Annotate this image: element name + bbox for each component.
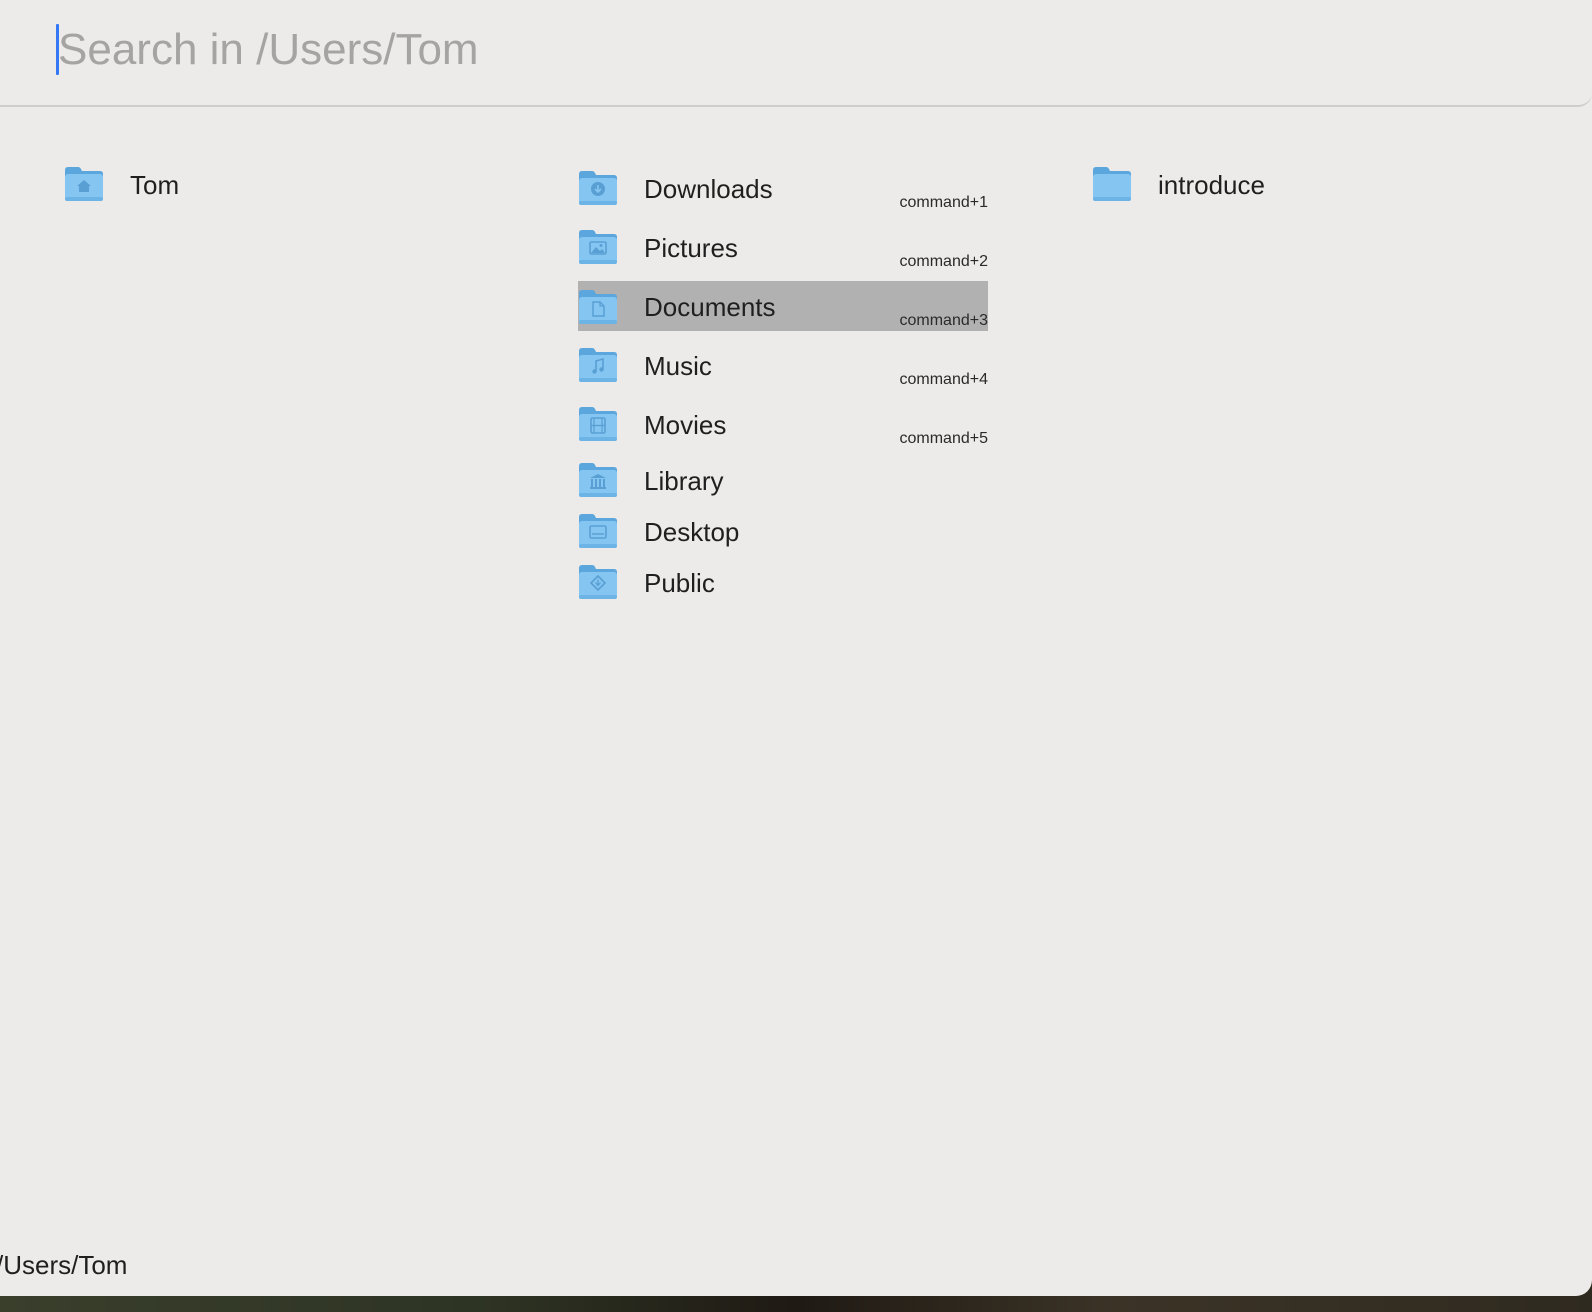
keyboard-shortcut-hint: command+4 xyxy=(899,371,989,388)
folder-item-documents[interactable]: Documents command+3 xyxy=(578,281,988,331)
folder-item-public[interactable]: Public xyxy=(578,564,988,616)
keyboard-shortcut-hint: command+3 xyxy=(899,312,989,329)
folder-icon xyxy=(1093,167,1131,201)
keyboard-shortcut-hint: command+2 xyxy=(899,253,989,270)
search-input[interactable] xyxy=(58,20,1458,80)
folder-item-label: Downloads xyxy=(644,174,773,204)
folder-item-downloads[interactable]: Downloads command+1 xyxy=(578,170,988,222)
folder-item-label: Documents xyxy=(644,292,776,322)
folder-item-introduce[interactable]: introduce xyxy=(1092,166,1492,218)
folder-item-pictures[interactable]: Pictures command+2 xyxy=(578,229,988,281)
folder-item-label: Tom xyxy=(130,170,180,200)
public-folder-icon xyxy=(579,565,617,599)
library-folder-icon xyxy=(579,463,617,497)
folder-item-movies[interactable]: Movies command+5 xyxy=(578,406,988,458)
folder-item-tom[interactable]: Tom xyxy=(64,166,464,218)
folder-item-label: Public xyxy=(644,568,715,598)
music-folder-icon xyxy=(579,348,617,382)
documents-folder-icon xyxy=(579,290,617,324)
pictures-folder-icon xyxy=(579,230,617,264)
desktop-folder-icon xyxy=(579,514,617,548)
folder-item-label: Pictures xyxy=(644,233,738,263)
keyboard-shortcut-hint: command+1 xyxy=(899,194,989,211)
search-bar xyxy=(0,0,1592,107)
home-folder-icon xyxy=(65,167,103,201)
folder-item-library[interactable]: Library xyxy=(578,462,988,514)
movies-folder-icon xyxy=(579,407,617,441)
folder-item-music[interactable]: Music command+4 xyxy=(578,347,988,399)
folder-item-label: Desktop xyxy=(644,517,740,547)
keyboard-shortcut-hint: command+5 xyxy=(899,430,989,447)
folder-item-label: Library xyxy=(644,466,724,496)
folder-item-label: introduce xyxy=(1158,170,1265,200)
downloads-folder-icon xyxy=(579,171,617,205)
folder-item-label: Movies xyxy=(644,410,727,440)
current-path-label: /Users/Tom xyxy=(0,1250,128,1280)
folder-navigator-panel: Tom Downloads command+1 xyxy=(0,0,1592,1296)
folder-item-label: Music xyxy=(644,351,712,381)
folder-item-desktop[interactable]: Desktop xyxy=(578,513,988,565)
